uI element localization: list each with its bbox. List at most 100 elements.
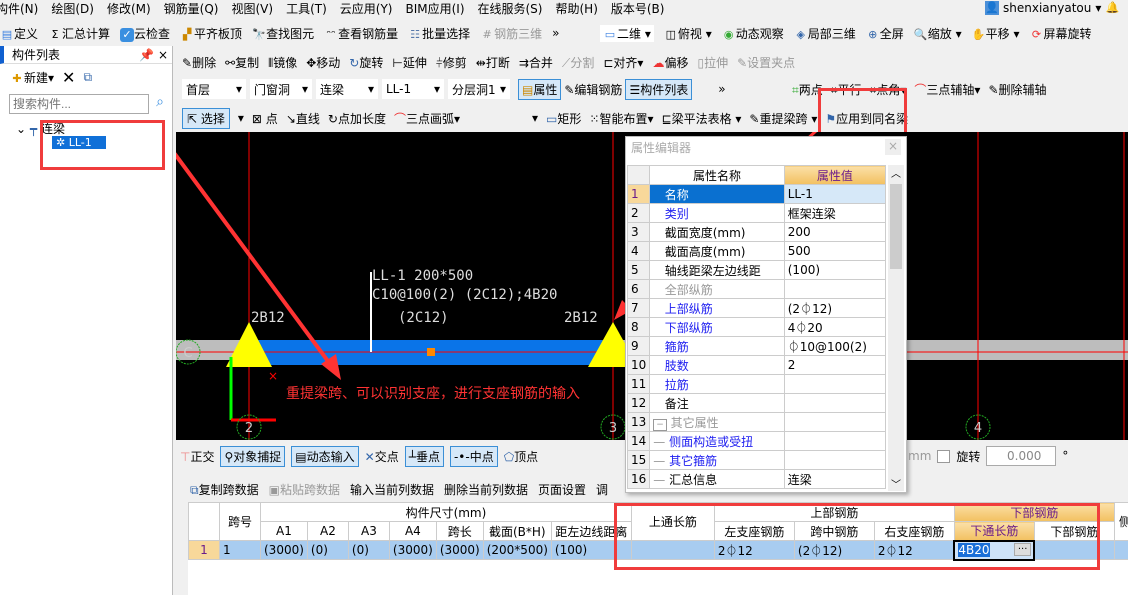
floor-select[interactable]: 首层 ▾ — [182, 79, 246, 99]
intersection-button[interactable]: ✕交点 — [365, 448, 399, 465]
property-row[interactable]: 6 全部纵筋 — [626, 279, 887, 299]
input-column-button[interactable]: 输入当前列数据 — [350, 481, 434, 498]
paste-span-button[interactable]: ▣粘贴跨数据 — [269, 481, 340, 498]
close-icon[interactable]: × — [885, 139, 901, 155]
point-length-button[interactable]: ↻点加长度 — [328, 110, 386, 127]
property-row[interactable]: 5 轴线距梁左边线距 (100) — [626, 260, 887, 280]
property-row[interactable]: 12 备注 — [626, 393, 887, 413]
trim-button[interactable]: ⫩修剪 — [436, 54, 467, 71]
category-select[interactable]: 门窗洞 ▾ — [250, 79, 312, 99]
rotate-checkbox[interactable] — [937, 449, 951, 463]
break-button[interactable]: ⇹打断 — [476, 54, 510, 71]
orbit-button[interactable]: ◉ 动态观察 — [722, 25, 784, 42]
delete-axis-button[interactable]: ✎删除辅轴 — [988, 81, 1046, 98]
define-button[interactable]: ▤ 定义 — [0, 25, 38, 42]
top-view-button[interactable]: ◫ 俯视 ▾ — [664, 25, 712, 42]
property-row[interactable]: 9 箍筋 ⏀10@100(2) — [626, 336, 887, 356]
property-button[interactable]: ▤属性 — [518, 78, 562, 100]
three-point-arc-button[interactable]: ⌒三点画弧▾ — [394, 110, 460, 127]
page-setup-button[interactable]: 页面设置 — [538, 481, 586, 498]
batch-select-button[interactable]: ☷ 批量选择 — [408, 25, 470, 42]
rect-button[interactable]: ▭矩形 — [546, 110, 581, 127]
rotate-input[interactable]: 0.000 — [986, 446, 1057, 466]
zoom-button[interactable]: 🔍缩放 ▾ — [914, 25, 962, 42]
property-row[interactable]: 7 上部纵筋 (2⏀12) — [626, 298, 887, 318]
menu-item[interactable]: 钢筋量(Q) — [164, 0, 219, 17]
property-row[interactable]: 15 — 其它箍筋 — [626, 450, 887, 470]
copy-icon[interactable]: ⧉ — [83, 70, 92, 85]
property-row[interactable]: 2 类别 框架连梁 — [626, 203, 887, 223]
property-row[interactable]: 4 截面高度(mm) 500 — [626, 241, 887, 261]
rotate-button[interactable]: ↻旋转 — [349, 54, 383, 71]
property-row[interactable]: 1 名称 LL-1 — [626, 184, 887, 204]
2d-dropdown[interactable]: ▭ 二维 ▾ — [600, 24, 654, 42]
copy-button[interactable]: ⚯复制 — [225, 54, 259, 71]
property-row[interactable]: 11 拉筋 — [626, 374, 887, 394]
pan-button[interactable]: ✋平移 ▾ — [972, 25, 1020, 42]
menu-item[interactable]: 构件(N) — [0, 0, 38, 17]
menu-item[interactable]: 帮助(H) — [555, 0, 597, 17]
pin-icon[interactable]: 📌 — [139, 48, 154, 62]
dynamic-input-button[interactable]: ▤动态输入 — [291, 445, 359, 467]
fullscreen-button[interactable]: ⊕ 全屏 — [866, 25, 904, 42]
rebar-3d-button[interactable]: # 钢筋三维 — [480, 25, 543, 42]
menu-item[interactable]: 云应用(Y) — [340, 0, 393, 17]
menu-item[interactable]: 修改(M) — [107, 0, 151, 17]
move-button[interactable]: ✥移动 — [306, 54, 340, 71]
delete-column-button[interactable]: 删除当前列数据 — [444, 481, 528, 498]
split-button[interactable]: ⟋分割 — [562, 54, 594, 71]
menu-item[interactable]: 视图(V) — [231, 0, 273, 17]
menu-item[interactable]: 绘图(D) — [51, 0, 94, 17]
layer-select[interactable]: 分层洞1 ▾ — [448, 79, 510, 99]
midpoint-button[interactable]: -•-中点 — [449, 445, 498, 467]
copy-span-button[interactable]: ⧉复制跨数据 — [190, 481, 259, 498]
component-select[interactable]: LL-1 ▾ — [382, 79, 444, 99]
align-button[interactable]: ⊏对齐▾ — [603, 54, 643, 71]
component-list-button[interactable]: ☰构件列表 — [625, 78, 693, 100]
property-row[interactable]: 10 肢数 2 — [626, 355, 887, 375]
re-extract-span-button[interactable]: ✎重提梁跨 ▾ — [749, 110, 817, 127]
stretch-button[interactable]: ▯拉伸 — [697, 54, 728, 71]
more-icon[interactable]: » — [552, 26, 559, 40]
extend-button[interactable]: ⊢延伸 — [392, 54, 426, 71]
beam-table-button[interactable]: ⊑梁平法表格 ▾ — [662, 110, 742, 127]
find-element-button[interactable]: 🔭查找图元 — [252, 25, 314, 42]
property-row[interactable]: 8 下部纵筋 4⏀20 — [626, 317, 887, 337]
line-button[interactable]: ↘直线 — [286, 110, 320, 127]
property-row[interactable]: 13 − 其它属性 — [626, 412, 887, 432]
search-input[interactable] — [9, 94, 149, 114]
scrollbar[interactable]: ︿ ﹀ — [888, 165, 904, 491]
ortho-button[interactable]: ⊤正交 — [180, 448, 214, 465]
select-button[interactable]: ⇱ 选择 — [182, 107, 230, 129]
perpendicular-button[interactable]: ┴垂点 — [404, 445, 444, 467]
three-point-axis-button[interactable]: ⌒三点辅轴▾ — [914, 81, 980, 98]
property-row[interactable]: 3 截面宽度(mm) 200 — [626, 222, 887, 242]
smart-layout-button[interactable]: ⁙智能布置▾ — [589, 110, 653, 127]
property-row[interactable]: 16 — 汇总信息 连梁 — [626, 469, 887, 489]
adjust-button[interactable]: 调 — [596, 481, 608, 498]
search-icon[interactable]: ⌕ — [150, 94, 170, 114]
property-row[interactable]: 14 — 侧面构造或受扭 — [626, 431, 887, 451]
cloud-check-button[interactable]: ✓ 云检查 — [120, 25, 170, 42]
edit-rebar-button[interactable]: ✎编辑钢筋 — [561, 81, 625, 98]
menu-item[interactable]: 工具(T) — [286, 0, 327, 17]
type-select[interactable]: 连梁 ▾ — [316, 79, 378, 99]
view-rebar-button[interactable]: ᵔᵔ 查看钢筋量 — [324, 25, 399, 42]
user-menu[interactable]: 👤 shenxianyatou ▾ 🔔 — [985, 0, 1119, 16]
offset-button[interactable]: ☁偏移 — [652, 54, 688, 71]
close-icon[interactable]: × — [158, 48, 168, 62]
more-icon[interactable]: » — [718, 82, 725, 96]
mirror-button[interactable]: ⫴镜像 — [268, 54, 297, 71]
shape-dropdown[interactable]: ▾ — [468, 111, 538, 125]
object-snap-button[interactable]: ⚲对象捕捉 — [220, 445, 286, 467]
local-3d-button[interactable]: ◈ 局部三维 — [794, 25, 856, 42]
delete-button[interactable]: ✎删除 — [182, 54, 216, 71]
menu-item[interactable]: BIM应用(I) — [405, 0, 464, 17]
menu-item[interactable]: 版本号(B) — [611, 0, 665, 17]
set-grip-button[interactable]: ✎设置夹点 — [737, 54, 795, 71]
delete-icon[interactable]: ✕ — [62, 68, 75, 87]
new-button[interactable]: ✚ 新建▾ — [10, 69, 54, 86]
point-button[interactable]: ⊠ 点 — [252, 110, 278, 127]
merge-button[interactable]: ⇉合并 — [519, 54, 553, 71]
vertex-button[interactable]: ⬠顶点 — [504, 448, 538, 465]
